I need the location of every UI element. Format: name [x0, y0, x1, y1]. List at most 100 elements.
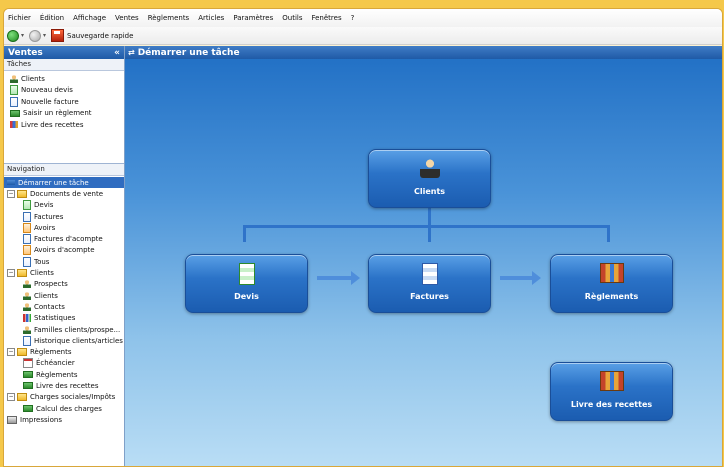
task-label: Nouveau devis — [21, 86, 73, 95]
collapse-toggle-icon[interactable]: − — [7, 269, 15, 278]
tree-label: Statistiques — [34, 314, 76, 323]
quick-save-button[interactable]: Sauvegarde rapide — [67, 32, 133, 40]
collapse-toggle-icon[interactable]: − — [7, 393, 15, 402]
tasks-section-title: Tâches — [4, 59, 124, 71]
menu-outils[interactable]: Outils — [282, 14, 302, 22]
menu-fichier[interactable]: Fichier — [8, 14, 31, 22]
task-clients[interactable]: Clients — [10, 73, 124, 85]
forward-icon[interactable] — [29, 29, 42, 42]
tree-item-devis[interactable]: Devis — [4, 200, 124, 211]
chevron-down-icon[interactable]: ▾ — [43, 32, 46, 39]
tree-item-charge-calc[interactable]: Calcul des charges — [4, 403, 124, 414]
tree-item-payments[interactable]: Règlements — [4, 369, 124, 380]
task-receipts-book[interactable]: Livre des recettes — [10, 119, 124, 131]
tile-livre-recettes[interactable]: Livre des recettes — [550, 362, 673, 421]
folder-icon — [17, 348, 27, 357]
task-icon: ⇄ — [128, 48, 135, 57]
tile-clients[interactable]: Clients — [368, 149, 491, 208]
menu-fenetres[interactable]: Fenêtres — [311, 14, 341, 22]
tree-item-prospects[interactable]: Prospects — [4, 279, 124, 290]
tree-item-clients[interactable]: Clients — [4, 290, 124, 301]
menu-ventes[interactable]: Ventes — [115, 14, 139, 22]
tree-item-printing[interactable]: Impressions — [4, 414, 124, 425]
menu-edition[interactable]: Édition — [40, 14, 64, 22]
tree-item-receipts-book[interactable]: Livre des recettes — [4, 380, 124, 391]
document-icon — [10, 96, 18, 107]
sidebar-header: Ventes « — [4, 46, 124, 59]
tile-reglements[interactable]: Règlements — [550, 254, 673, 313]
person-icon — [10, 74, 18, 83]
tile-devis[interactable]: Devis — [185, 254, 308, 313]
invoice-icon — [421, 263, 438, 285]
tree-item-client-families[interactable]: Familles clients/prospe... — [4, 324, 124, 335]
task-new-invoice[interactable]: Nouvelle facture — [10, 96, 124, 108]
document-icon — [23, 335, 31, 346]
card-icon — [23, 382, 33, 390]
tree-label: Règlements — [36, 370, 78, 379]
tree-item-factures[interactable]: Factures — [4, 211, 124, 222]
connector-line — [428, 207, 431, 227]
menu-articles[interactable]: Articles — [198, 14, 224, 22]
document-icon — [23, 256, 31, 267]
tree-item-deposit-credits[interactable]: Avoirs d'acompte — [4, 245, 124, 256]
person-icon — [23, 291, 31, 300]
connector-line — [428, 225, 431, 242]
tree-item-statistics[interactable]: Statistiques — [4, 313, 124, 324]
tree-item-charges-folder[interactable]: − Charges sociales/Impôts — [4, 392, 124, 403]
page-title: Démarrer une tâche — [137, 47, 240, 58]
document-icon — [23, 200, 31, 211]
tree-label: Tous — [34, 257, 50, 266]
tree-label: Prospects — [34, 280, 68, 289]
task-icon — [7, 180, 15, 186]
tile-label: Livre des recettes — [570, 400, 653, 409]
card-icon — [23, 405, 33, 413]
tree-item-all[interactable]: Tous — [4, 256, 124, 267]
tree-item-clients-folder[interactable]: − Clients — [4, 267, 124, 278]
books-icon — [10, 121, 18, 129]
tile-factures[interactable]: Factures — [368, 254, 491, 313]
tree-item-schedule[interactable]: Échéancier — [4, 358, 124, 369]
tree-label: Avoirs — [34, 223, 56, 232]
person-icon — [419, 158, 440, 178]
task-label: Livre des recettes — [21, 120, 84, 129]
tree-label: Impressions — [20, 415, 62, 424]
task-payment[interactable]: Saisir un règlement — [10, 108, 124, 120]
menu-help[interactable]: ? — [351, 14, 355, 22]
tree-label: Démarrer une tâche — [18, 178, 89, 187]
document-icon — [23, 211, 31, 222]
tree-item-history[interactable]: Historique clients/articles — [4, 335, 124, 346]
collapse-toggle-icon[interactable]: − — [7, 189, 15, 198]
tree-item-sales-docs[interactable]: − Documents de vente — [4, 188, 124, 199]
tree-label: Documents de vente — [30, 189, 104, 198]
tree-label: Contacts — [34, 302, 65, 311]
back-icon[interactable] — [7, 29, 19, 42]
task-new-quote[interactable]: Nouveau devis — [10, 85, 124, 97]
task-label: Saisir un règlement — [23, 109, 92, 118]
navigation-tree: Démarrer une tâche − Documents de vente D… — [4, 176, 124, 426]
save-icon[interactable] — [51, 29, 65, 42]
tree-item-contacts[interactable]: Contacts — [4, 301, 124, 312]
sidebar: Ventes « Tâches Clients Nouveau devis No… — [4, 46, 125, 466]
tree-label: Échéancier — [36, 359, 75, 368]
menu-parametres[interactable]: Paramètres — [233, 14, 273, 22]
tree-label: Avoirs d'acompte — [34, 246, 95, 255]
document-icon — [23, 234, 31, 245]
folder-icon — [17, 189, 27, 198]
tree-item-deposit-invoices[interactable]: Factures d'acompte — [4, 233, 124, 245]
arrow-icon — [317, 271, 360, 285]
tree-label: Clients — [34, 291, 58, 300]
tree-item-start-task[interactable]: Démarrer une tâche — [4, 177, 124, 189]
menu-reglements[interactable]: Règlements — [148, 14, 190, 22]
menu-affichage[interactable]: Affichage — [73, 14, 106, 22]
tree-item-payments-folder[interactable]: − Règlements — [4, 346, 124, 357]
chevron-down-icon[interactable]: ▾ — [21, 32, 24, 39]
collapse-toggle-icon[interactable]: − — [7, 348, 15, 357]
tree-label: Devis — [34, 201, 54, 210]
tree-item-avoirs[interactable]: Avoirs — [4, 222, 124, 233]
tile-label: Devis — [234, 292, 259, 301]
sidebar-title: Ventes — [8, 47, 43, 58]
collapse-icon[interactable]: « — [114, 48, 120, 58]
tree-label: Familles clients/prospe... — [34, 325, 121, 334]
navigation-panel: Navigation Démarrer une tâche − Documents… — [4, 163, 124, 466]
task-list: Clients Nouveau devis Nouvelle facture S… — [4, 71, 124, 131]
